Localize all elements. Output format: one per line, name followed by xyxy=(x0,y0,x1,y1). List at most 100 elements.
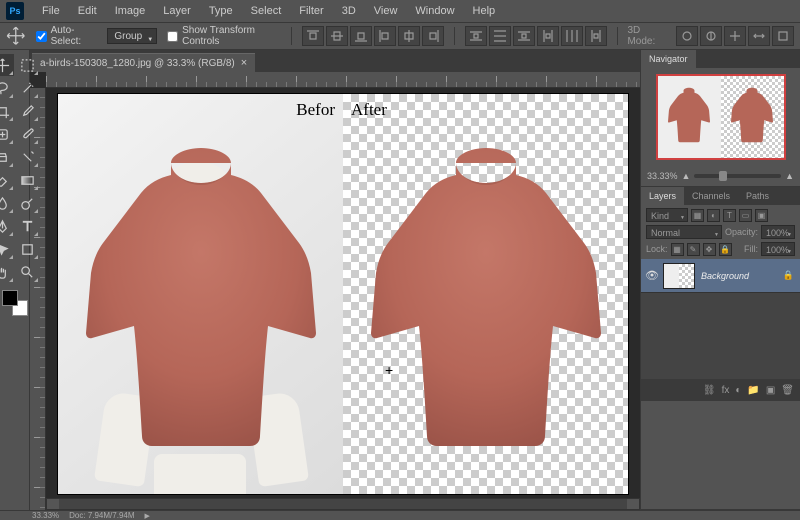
3d-slide-button[interactable] xyxy=(748,26,770,46)
menu-type[interactable]: Type xyxy=(201,3,241,19)
horizontal-ruler[interactable] xyxy=(46,72,640,88)
distribute-right-button[interactable] xyxy=(585,26,607,46)
new-layer-icon[interactable]: ▣ xyxy=(766,385,775,396)
menu-window[interactable]: Window xyxy=(407,3,462,19)
eyedropper-tool[interactable] xyxy=(15,100,39,122)
show-transform-checkbox[interactable]: Show Transform Controls xyxy=(167,25,281,47)
filter-shape-icon[interactable]: ▭ xyxy=(739,209,752,222)
magic-wand-tool[interactable] xyxy=(15,77,39,99)
layer-name: Background xyxy=(701,271,749,281)
3d-pan-button[interactable] xyxy=(724,26,746,46)
fill-label: Fill: xyxy=(744,244,758,254)
filter-pixel-icon[interactable]: ▦ xyxy=(691,209,704,222)
menu-layer[interactable]: Layer xyxy=(155,3,199,19)
align-bottom-button[interactable] xyxy=(350,26,372,46)
menu-file[interactable]: File xyxy=(34,3,68,19)
move-tool[interactable] xyxy=(0,54,14,76)
distribute-hcenter-button[interactable] xyxy=(561,26,583,46)
auto-select-dropdown[interactable]: Group xyxy=(107,28,157,44)
blur-tool[interactable] xyxy=(0,192,14,214)
options-bar: Auto-Select: Group Show Transform Contro… xyxy=(0,22,800,50)
new-group-icon[interactable]: 📁 xyxy=(747,385,759,396)
filter-smart-icon[interactable]: ▣ xyxy=(755,209,768,222)
marquee-tool[interactable] xyxy=(15,54,39,76)
history-brush-tool[interactable] xyxy=(15,146,39,168)
navigator-zoom-value[interactable]: 33.33% xyxy=(647,171,678,181)
shape-tool[interactable] xyxy=(15,238,39,260)
link-layers-icon[interactable]: ⛓ xyxy=(703,385,716,396)
filter-type-icon[interactable]: T xyxy=(723,209,736,222)
layer-fx-icon[interactable]: fx xyxy=(722,385,730,396)
dodge-tool[interactable] xyxy=(15,192,39,214)
3d-orbit-button[interactable] xyxy=(676,26,698,46)
foreground-color-swatch[interactable] xyxy=(2,290,18,306)
blend-mode-dropdown[interactable]: Normal xyxy=(646,225,722,239)
opacity-input[interactable]: 100% xyxy=(761,225,795,239)
zoom-in-icon[interactable]: ▲ xyxy=(785,171,794,181)
paths-tab[interactable]: Paths xyxy=(738,187,777,205)
layer-thumbnail[interactable] xyxy=(663,263,695,289)
lasso-tool[interactable] xyxy=(0,77,14,99)
before-label: Befor xyxy=(296,100,335,120)
color-swatches[interactable] xyxy=(2,290,28,316)
document-viewport[interactable]: Befor After xyxy=(46,88,640,510)
filter-adjust-icon[interactable]: ◐ xyxy=(707,209,720,222)
delete-layer-icon[interactable]: 🗑 xyxy=(781,385,794,396)
distribute-bottom-button[interactable] xyxy=(513,26,535,46)
lock-transparent-icon[interactable]: ▦ xyxy=(671,243,684,256)
crop-tool[interactable] xyxy=(0,100,14,122)
channels-tab[interactable]: Channels xyxy=(684,187,738,205)
close-tab-icon[interactable]: × xyxy=(241,57,247,69)
distribute-left-button[interactable] xyxy=(537,26,559,46)
navigator-thumbnail[interactable] xyxy=(656,74,786,160)
layer-filter-dropdown[interactable]: Kind xyxy=(646,208,688,222)
menu-edit[interactable]: Edit xyxy=(70,3,105,19)
zoom-slider[interactable] xyxy=(694,174,781,178)
lock-position-icon[interactable]: ✥ xyxy=(703,243,716,256)
eraser-tool[interactable] xyxy=(0,169,14,191)
status-zoom[interactable]: 33.33% xyxy=(32,511,59,520)
menu-3d[interactable]: 3D xyxy=(334,3,364,19)
pen-tool[interactable] xyxy=(0,215,14,237)
menu-help[interactable]: Help xyxy=(465,3,504,19)
horizontal-scrollbar[interactable] xyxy=(46,498,640,510)
fill-input[interactable]: 100% xyxy=(761,242,795,256)
brush-tool[interactable] xyxy=(15,123,39,145)
auto-select-checkbox[interactable]: Auto-Select: xyxy=(36,25,98,47)
navigator-tab[interactable]: Navigator xyxy=(641,50,696,68)
status-doc-info[interactable]: Doc: 7.94M/7.94M xyxy=(69,511,134,520)
zoom-tool[interactable] xyxy=(15,261,39,283)
document-tab[interactable]: a-birds-150308_1280.jpg @ 33.3% (RGB/8) … xyxy=(32,53,255,72)
hand-tool[interactable] xyxy=(0,261,14,283)
lock-all-icon[interactable]: 🔒 xyxy=(719,243,732,256)
lock-pixels-icon[interactable]: ✎ xyxy=(687,243,700,256)
3d-roll-button[interactable] xyxy=(700,26,722,46)
menu-select[interactable]: Select xyxy=(243,3,290,19)
layers-tab[interactable]: Layers xyxy=(641,187,684,205)
type-tool[interactable] xyxy=(15,215,39,237)
visibility-icon[interactable]: 👁 xyxy=(641,269,663,282)
gradient-tool[interactable] xyxy=(15,169,39,191)
zoom-out-icon[interactable]: ▲ xyxy=(682,171,691,181)
distribute-top-button[interactable] xyxy=(465,26,487,46)
lock-icon[interactable]: 🔒 xyxy=(783,270,794,281)
status-bar: 33.33% Doc: 7.94M/7.94M ▶ xyxy=(0,510,800,520)
layers-list: 👁 Background 🔒 xyxy=(641,259,800,379)
navigator-panel: Navigator 33.33% ▲ ▲ xyxy=(641,50,800,187)
clone-stamp-tool[interactable] xyxy=(0,146,14,168)
layer-mask-icon[interactable]: ◐ xyxy=(735,385,741,396)
distribute-vcenter-button[interactable] xyxy=(489,26,511,46)
align-vcenter-button[interactable] xyxy=(326,26,348,46)
healing-brush-tool[interactable] xyxy=(0,123,14,145)
align-right-button[interactable] xyxy=(422,26,444,46)
align-top-button[interactable] xyxy=(302,26,324,46)
menu-image[interactable]: Image xyxy=(107,3,154,19)
menu-view[interactable]: View xyxy=(366,3,406,19)
layer-row[interactable]: 👁 Background 🔒 xyxy=(641,259,800,293)
path-select-tool[interactable] xyxy=(0,238,14,260)
3d-scale-button[interactable] xyxy=(772,26,794,46)
menu-filter[interactable]: Filter xyxy=(291,3,331,19)
align-hcenter-button[interactable] xyxy=(398,26,420,46)
align-left-button[interactable] xyxy=(374,26,396,46)
mode-3d-label: 3D Mode: xyxy=(627,25,666,47)
